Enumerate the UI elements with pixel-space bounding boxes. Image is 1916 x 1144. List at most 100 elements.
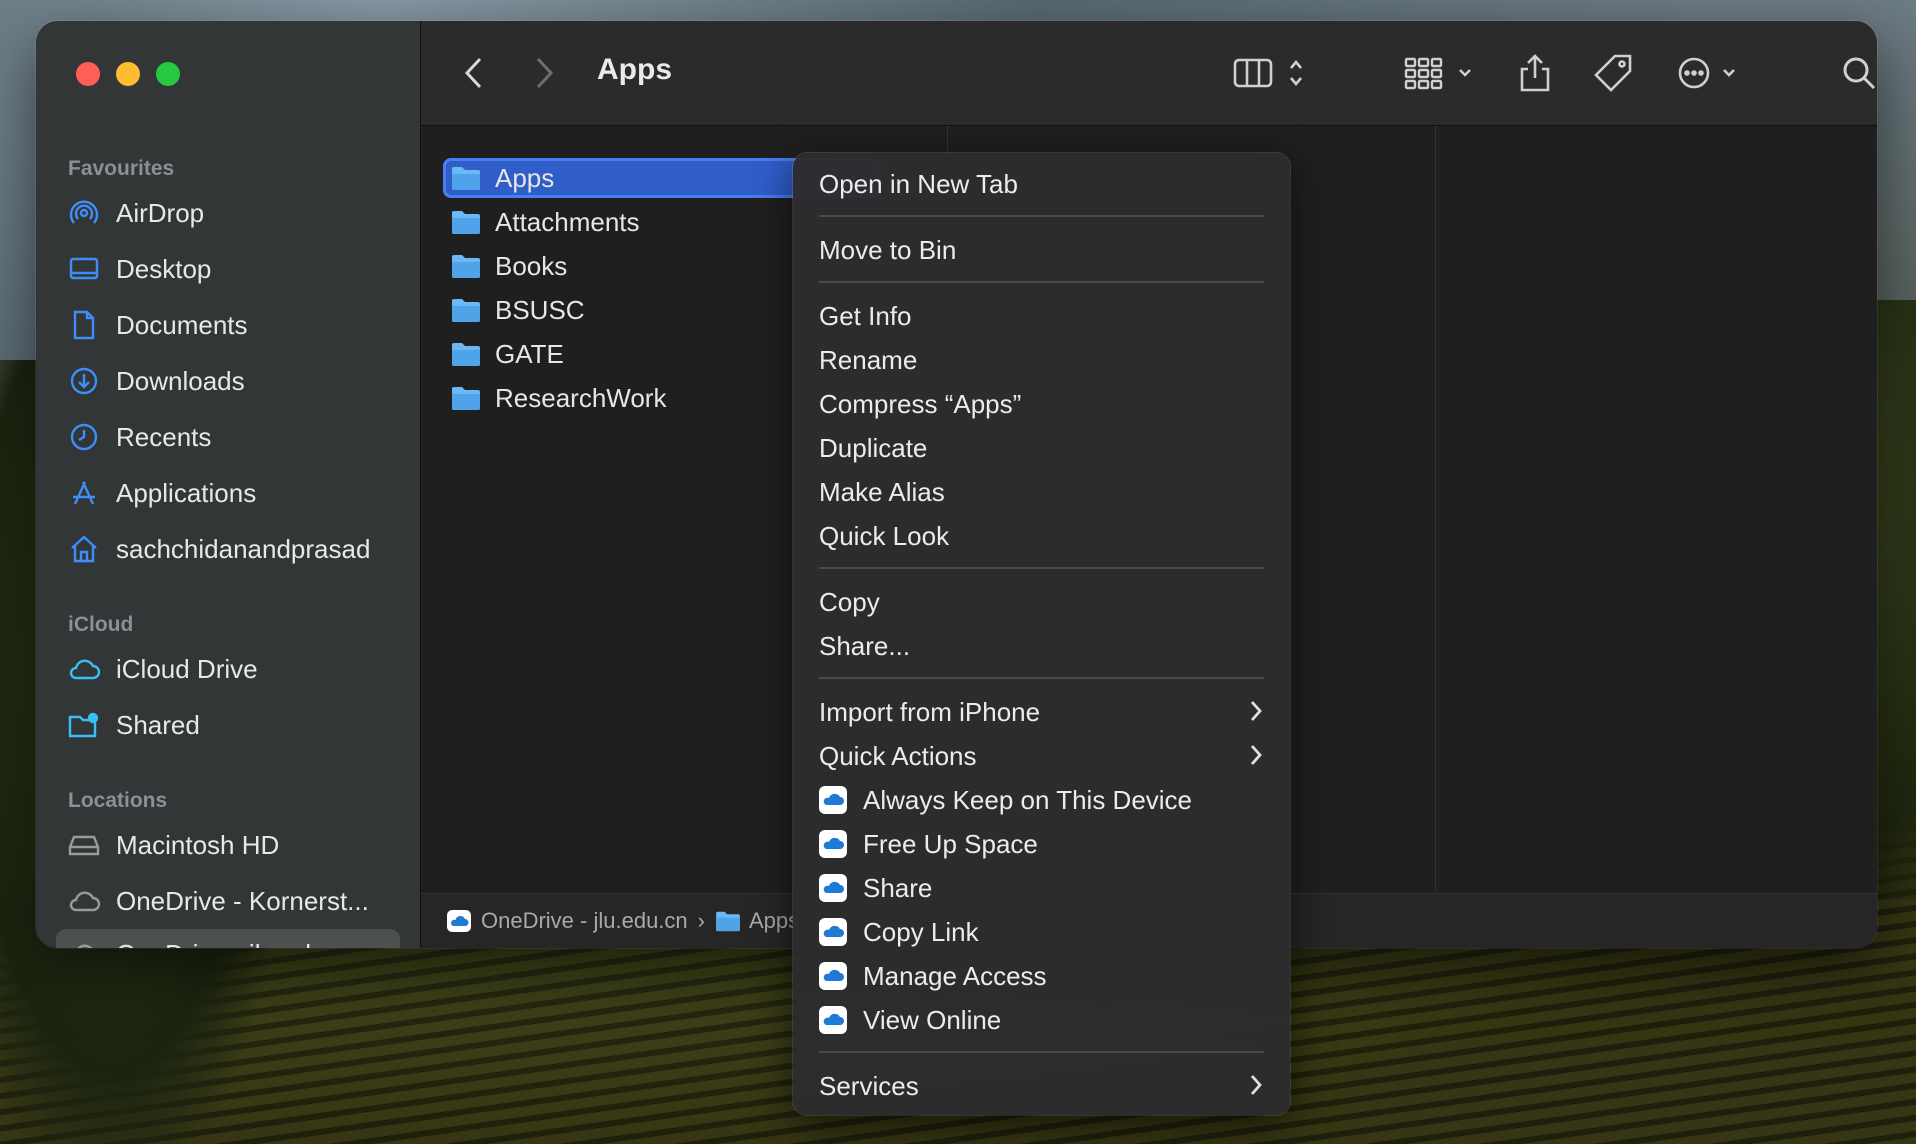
onedrive-icon (819, 786, 847, 814)
grid-icon (1404, 57, 1471, 90)
sidebar-item-macintosh-hd[interactable]: Macintosh HD (56, 820, 400, 870)
menu-item-label: Free Up Space (863, 828, 1038, 859)
menu-item-label: Quick Actions (819, 740, 977, 771)
menu-item-label: Share... (819, 630, 911, 661)
file-name: Apps (495, 162, 555, 193)
menu-item-get-info[interactable]: Get Info (819, 296, 1264, 336)
shared-folder-icon (68, 709, 100, 741)
file-name: BSUSC (495, 294, 585, 325)
menu-item-view-online[interactable]: View Online (819, 1000, 1264, 1040)
sidebar-section-icloud: iCloud (68, 613, 134, 636)
airdrop-icon (68, 197, 100, 229)
share-icon (1520, 54, 1550, 92)
cloud-icon (68, 653, 100, 685)
sidebar-item-applications[interactable]: Applications (56, 468, 400, 518)
menu-separator (819, 1051, 1264, 1053)
sidebar-item-label: OneDrive - jlu.edu.cn (116, 939, 360, 949)
sidebar-item-label: Downloads (116, 365, 245, 396)
folder-icon (716, 911, 740, 932)
back-button[interactable] (463, 49, 485, 97)
folder-icon (452, 211, 480, 234)
more-actions-button[interactable] (1676, 49, 1746, 97)
cloud-icon (68, 938, 100, 948)
file-name: ResearchWork (495, 382, 667, 413)
onedrive-icon (819, 1006, 847, 1034)
search-button[interactable] (1841, 49, 1877, 97)
sidebar-item-label: AirDrop (116, 197, 205, 228)
menu-item-always-keep[interactable]: Always Keep on This Device (819, 780, 1264, 820)
minimize-button[interactable] (116, 62, 140, 86)
onedrive-icon (447, 910, 471, 932)
context-menu: Open in New Tab Move to Bin Get Info Ren… (793, 153, 1290, 1115)
menu-item-label: Manage Access (863, 960, 1047, 991)
path-root[interactable]: OneDrive - jlu.edu.cn (481, 908, 688, 934)
menu-item-label: Duplicate (819, 432, 928, 463)
tag-button[interactable] (1593, 49, 1633, 97)
sidebar-item-downloads[interactable]: Downloads (56, 356, 400, 406)
sidebar-item-label: Macintosh HD (116, 829, 280, 860)
menu-item-label: View Online (863, 1004, 1002, 1035)
menu-item-import-from-iphone[interactable]: Import from iPhone (819, 692, 1264, 732)
sidebar-item-onedrive-jlu[interactable]: OneDrive - jlu.edu.cn (56, 929, 400, 948)
path-current[interactable]: Apps (749, 908, 799, 934)
zoom-button[interactable] (156, 62, 180, 86)
menu-separator (819, 567, 1264, 569)
toolbar: Apps (421, 21, 1877, 126)
menu-item-label: Get Info (819, 300, 912, 331)
sidebar-section-favourites: Favourites (68, 157, 175, 180)
menu-item-label: Import from iPhone (819, 696, 1041, 727)
menu-item-label: Move to Bin (819, 234, 957, 265)
menu-item-compress[interactable]: Compress “Apps” (819, 384, 1264, 424)
sidebar-item-label: Recents (116, 421, 212, 452)
file-name: GATE (495, 338, 564, 369)
sidebar-item-recents[interactable]: Recents (56, 412, 400, 462)
close-button[interactable] (76, 62, 100, 86)
menu-item-label: Copy Link (863, 916, 979, 947)
sidebar-item-documents[interactable]: Documents (56, 300, 400, 350)
menu-item-label: Compress “Apps” (819, 388, 1022, 419)
sidebar-section-locations: Locations (68, 789, 168, 812)
menu-separator (819, 215, 1264, 217)
file-name: Books (495, 250, 568, 281)
sidebar-item-onedrive-kornerstone[interactable]: OneDrive - Kornerst... (56, 876, 400, 926)
sidebar: Favourites AirDrop Desktop Documents Dow… (36, 21, 421, 948)
group-button[interactable] (1404, 49, 1480, 97)
menu-item-copy[interactable]: Copy (819, 582, 1264, 622)
search-icon (1843, 57, 1876, 90)
menu-item-label: Make Alias (819, 476, 945, 507)
sidebar-item-shared[interactable]: Shared (56, 700, 400, 750)
forward-button[interactable] (533, 49, 555, 97)
menu-item-rename[interactable]: Rename (819, 340, 1264, 380)
menu-item-move-to-bin[interactable]: Move to Bin (819, 230, 1264, 270)
menu-item-manage-access[interactable]: Manage Access (819, 956, 1264, 996)
menu-item-free-up-space[interactable]: Free Up Space (819, 824, 1264, 864)
menu-item-make-alias[interactable]: Make Alias (819, 472, 1264, 512)
sidebar-item-airdrop[interactable]: AirDrop (56, 188, 400, 238)
sidebar-item-icloud-drive[interactable]: iCloud Drive (56, 644, 400, 694)
menu-item-quick-actions[interactable]: Quick Actions (819, 736, 1264, 776)
menu-item-label: Services (819, 1070, 919, 1101)
sidebar-item-home[interactable]: sachchidanandprasad (56, 524, 400, 574)
menu-item-share[interactable]: Share (819, 868, 1264, 908)
onedrive-icon (819, 830, 847, 858)
menu-item-open-new-tab[interactable]: Open in New Tab (819, 164, 1264, 204)
chevron-left-icon (464, 57, 482, 89)
menu-item-copy-link[interactable]: Copy Link (819, 912, 1264, 952)
share-button[interactable] (1518, 49, 1552, 97)
menu-separator (819, 281, 1264, 283)
sidebar-item-desktop[interactable]: Desktop (56, 244, 400, 294)
ellipsis-circle-icon (1678, 57, 1735, 89)
menu-item-quick-look[interactable]: Quick Look (819, 516, 1264, 556)
view-mode-button[interactable] (1233, 49, 1315, 97)
column-view-icon (1233, 58, 1302, 88)
menu-item-services[interactable]: Services (819, 1066, 1264, 1106)
menu-item-share-dots[interactable]: Share... (819, 626, 1264, 666)
menu-item-label: Always Keep on This Device (863, 784, 1193, 815)
chevron-right-icon (1250, 745, 1262, 765)
folder-icon (452, 299, 480, 322)
menu-item-duplicate[interactable]: Duplicate (819, 428, 1264, 468)
window-controls (76, 62, 180, 86)
folder-icon (452, 255, 480, 278)
clock-icon (68, 421, 100, 453)
menu-item-label: Open in New Tab (819, 168, 1018, 199)
